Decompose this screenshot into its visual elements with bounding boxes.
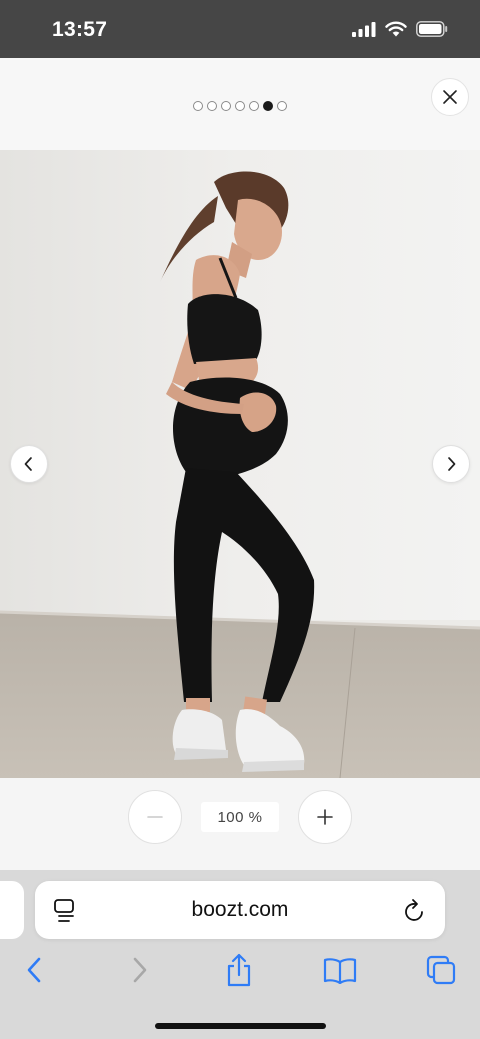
back-button[interactable]	[15, 950, 55, 990]
forward-icon	[133, 957, 147, 983]
reload-icon[interactable]	[403, 898, 427, 929]
home-indicator	[155, 1023, 326, 1029]
battery-icon	[416, 21, 448, 42]
browser-bottom-bar: boozt.com	[0, 870, 480, 1039]
share-button[interactable]	[219, 950, 259, 990]
browser-toolbar	[0, 950, 480, 992]
forward-button[interactable]	[119, 950, 159, 990]
cellular-signal-icon	[352, 21, 376, 42]
pagination-dot[interactable]	[221, 101, 231, 111]
share-icon	[227, 953, 251, 987]
zoom-controls: 100 %	[0, 778, 480, 870]
bookmarks-icon	[323, 958, 357, 984]
bookmarks-button[interactable]	[320, 950, 360, 990]
status-icons	[352, 21, 448, 42]
previous-tab-preview[interactable]	[0, 881, 24, 939]
pagination-dot[interactable]	[193, 101, 203, 111]
back-icon	[27, 957, 41, 983]
image-pagination	[193, 101, 287, 111]
next-image-button[interactable]	[432, 445, 470, 483]
zoom-level: 100 %	[201, 802, 279, 832]
pagination-dot[interactable]	[263, 101, 273, 111]
minus-icon	[147, 816, 163, 818]
zoom-out-button[interactable]	[128, 790, 182, 844]
plus-icon	[317, 809, 333, 825]
pagination-dot[interactable]	[277, 101, 287, 111]
product-photo-illustration	[0, 150, 480, 778]
chevron-right-icon	[448, 457, 456, 471]
wifi-icon	[385, 21, 407, 42]
close-icon	[443, 90, 457, 104]
status-bar: 13:57	[0, 0, 480, 58]
close-button[interactable]	[431, 78, 469, 116]
status-time: 13:57	[52, 18, 108, 41]
tabs-icon	[426, 955, 456, 985]
previous-image-button[interactable]	[10, 445, 48, 483]
tabs-button[interactable]	[421, 950, 461, 990]
address-bar[interactable]: boozt.com	[35, 881, 445, 939]
zoom-in-button[interactable]	[298, 790, 352, 844]
pagination-dot[interactable]	[207, 101, 217, 111]
product-image[interactable]	[0, 150, 480, 778]
gallery-header	[0, 58, 480, 150]
chevron-left-icon	[24, 457, 32, 471]
pagination-dot[interactable]	[249, 101, 259, 111]
pagination-dot[interactable]	[235, 101, 245, 111]
url-text[interactable]: boozt.com	[35, 898, 445, 922]
